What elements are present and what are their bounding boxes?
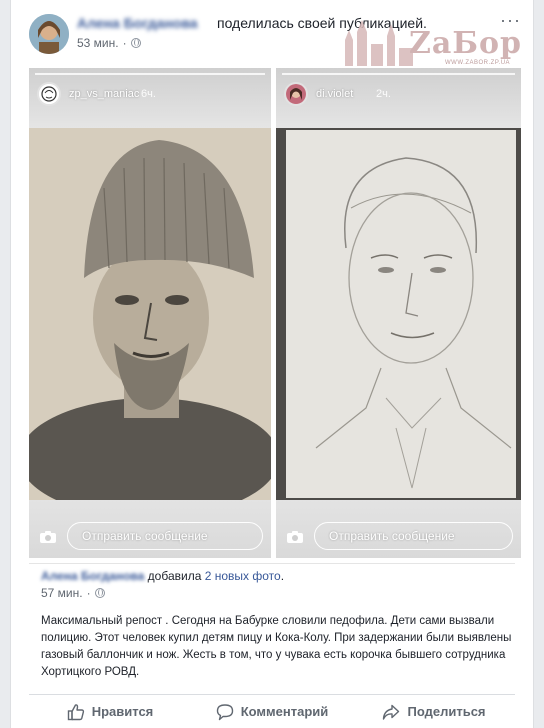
story-header: di.violet 2ч.	[276, 68, 521, 128]
share-button[interactable]: Поделиться	[353, 695, 515, 728]
story-avatar[interactable]	[37, 82, 61, 106]
story-footer: Отправить сообщение	[29, 500, 271, 558]
share-label: Поделиться	[407, 704, 486, 719]
repost-time[interactable]: 57 мин.	[41, 586, 83, 600]
send-message-input[interactable]: Отправить сообщение	[67, 522, 263, 550]
camera-icon[interactable]	[286, 530, 304, 544]
action-bar: Нравится Комментарий Поделиться	[29, 694, 515, 728]
share-icon	[383, 704, 400, 720]
like-label: Нравится	[91, 704, 154, 719]
repost-meta: 57 мин. ·	[41, 586, 105, 600]
sketch-image-1	[29, 128, 271, 518]
photo-1[interactable]: zp_vs_maniac 6ч. Отправить сообщение	[29, 68, 271, 558]
story-time: 6ч.	[141, 88, 156, 100]
photos-link[interactable]: 2 новых фото	[205, 569, 281, 583]
post-meta: 53 мин. ·	[77, 36, 141, 50]
author-name[interactable]: Алена Богданова	[77, 15, 198, 31]
repost-period: .	[280, 569, 285, 583]
like-button[interactable]: Нравится	[29, 695, 191, 728]
like-icon	[67, 703, 84, 720]
comment-icon	[216, 703, 233, 720]
repost-header: Алена Богданова добавила 2 новых фото.	[41, 569, 284, 583]
author-avatar[interactable]	[29, 14, 69, 54]
sketch-image-2	[276, 128, 521, 500]
watermark: ZаБор WWW.ZABOR.ZP.UA	[339, 18, 535, 70]
story-avatar[interactable]	[284, 82, 308, 106]
story-progress	[282, 73, 515, 75]
story-time: 2ч.	[376, 88, 391, 100]
story-progress	[35, 73, 265, 75]
post-time[interactable]: 53 мин.	[77, 36, 119, 50]
story-footer: Отправить сообщение	[276, 500, 521, 558]
watermark-url: WWW.ZABOR.ZP.UA	[445, 60, 511, 66]
globe-icon	[94, 588, 105, 598]
watermark-logo: ZаБор	[409, 26, 522, 61]
feed-post: Алена Богданова поделилась своей публика…	[10, 0, 534, 728]
comment-button[interactable]: Комментарий	[191, 695, 353, 728]
story-header: zp_vs_maniac 6ч.	[29, 68, 271, 128]
comment-label: Комментарий	[240, 704, 329, 719]
post-text: Максимальный репост . Сегодня на Бабурке…	[41, 615, 512, 678]
repost-action: добавила	[147, 569, 202, 583]
divider	[29, 563, 515, 564]
story-username[interactable]: zp_vs_maniac	[69, 88, 139, 100]
photo-2[interactable]: di.violet 2ч. Отправить сообщение	[276, 68, 521, 558]
camera-icon[interactable]	[39, 530, 57, 544]
story-username[interactable]: di.violet	[316, 88, 353, 100]
send-message-input[interactable]: Отправить сообщение	[314, 522, 513, 550]
repost-author[interactable]: Алена Богданова	[41, 569, 144, 583]
globe-icon	[130, 38, 141, 48]
